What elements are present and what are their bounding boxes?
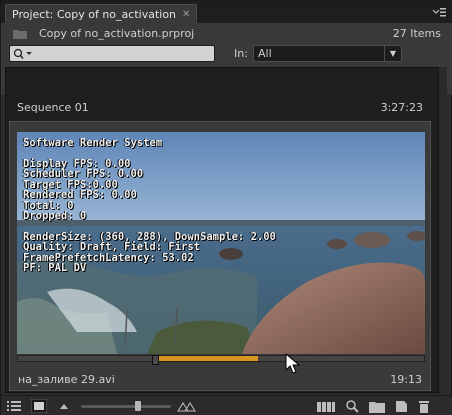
overlay-line: Software Render System: [23, 137, 163, 149]
bottom-toolbar: [1, 395, 452, 415]
clip-thumbnail[interactable]: Software Render System Display FPS: 0.00 S…: [17, 132, 425, 354]
clip-scrubber[interactable]: [17, 355, 425, 365]
automate-to-sequence-icon[interactable]: [317, 399, 335, 413]
overlay-line: Scheduler FPS: 0.00: [23, 168, 144, 180]
tab-project-label: Project: Copy of no_activation: [12, 7, 177, 21]
sequence-duration: 3:27:23: [380, 101, 423, 114]
new-bin-icon[interactable]: [369, 399, 385, 413]
panel-menu-icon[interactable]: [431, 5, 447, 19]
project-file-name: Copy of no_activation.prproj: [39, 27, 195, 40]
overlay-line: PF: PAL DV: [23, 262, 87, 274]
in-filter-select[interactable]: All ▼: [253, 45, 402, 62]
search-input[interactable]: [9, 45, 215, 62]
search-icon[interactable]: [13, 48, 35, 60]
tab-project[interactable]: Project: Copy of no_activation ✕: [5, 4, 198, 23]
new-item-icon[interactable]: [395, 399, 409, 413]
vertical-scrollbar[interactable]: [438, 67, 447, 393]
overlay-line: [23, 149, 276, 159]
zoom-in-icon[interactable]: [177, 399, 197, 413]
clip-duration: 19:13: [390, 373, 422, 386]
overlay-line: [23, 222, 276, 232]
scrub-playhead[interactable]: [152, 355, 159, 365]
mouse-cursor-icon: [285, 353, 301, 374]
delete-icon[interactable]: [417, 399, 431, 413]
close-icon[interactable]: ✕: [182, 9, 190, 20]
scrub-progress: [158, 356, 258, 361]
find-icon[interactable]: [345, 399, 359, 413]
project-file-icon: [13, 30, 27, 39]
render-stats-overlay: Software Render System Display FPS: 0.00 S…: [23, 138, 276, 274]
overlay-line: Dropped: 0: [23, 210, 87, 222]
list-view-icon[interactable]: [7, 399, 21, 413]
zoom-slider[interactable]: [81, 405, 171, 408]
item-count: 27 Items: [392, 27, 441, 40]
clip-name: на_заливе 29.avi: [18, 373, 115, 386]
chevron-down-icon[interactable]: ▼: [384, 46, 401, 61]
overlay-line: Rendered FPS: 0.00: [23, 189, 137, 201]
icon-view-icon[interactable]: [31, 399, 47, 413]
zoom-out-icon[interactable]: [59, 399, 69, 413]
panel-tab-bar: Project: Copy of no_activation ✕: [1, 1, 452, 23]
in-label: In:: [234, 47, 248, 60]
zoom-slider-handle[interactable]: [135, 401, 141, 411]
in-filter-value: All: [258, 47, 272, 60]
list-item-sequence[interactable]: Sequence 01 3:27:23: [9, 95, 429, 119]
overlay-line: Quality: Draft, Field: First: [23, 241, 201, 253]
project-panel: Project: Copy of no_activation ✕ Copy of…: [0, 0, 452, 415]
list-item-clip[interactable]: Software Render System Display FPS: 0.00 S…: [9, 121, 431, 391]
sequence-name: Sequence 01: [17, 101, 89, 114]
